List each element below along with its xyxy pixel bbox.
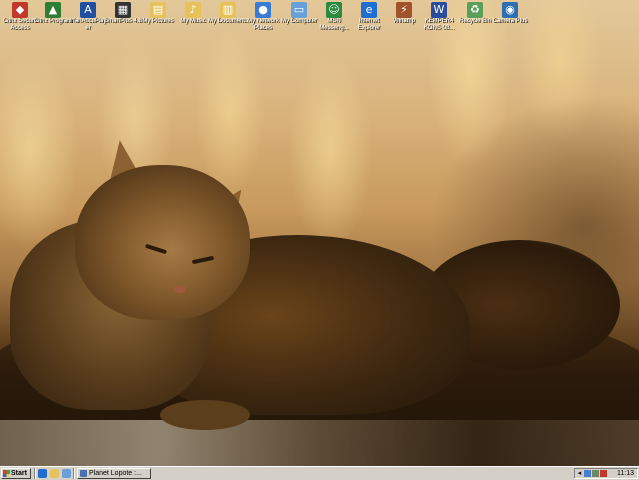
- taskbar: Start Planet Lopote :... ◂ 11:13: [0, 466, 639, 480]
- arrow-tray-icon[interactable]: ◂: [576, 470, 583, 477]
- start-label: Start: [11, 470, 27, 477]
- desktop-icon-my-documents[interactable]: ▥ My Documents: [208, 2, 248, 25]
- desktop-icon-label: Internet Explorer: [357, 18, 381, 31]
- desktop-icon-label: Winamp: [392, 18, 415, 24]
- taskbar-window-button[interactable]: Planet Lopote :...: [77, 468, 151, 479]
- desktop-icon-label: IrfanAccuPlayer: [69, 18, 107, 31]
- desktop-icon-label: My Documents: [208, 18, 248, 24]
- citrix-icon: ◆: [12, 2, 28, 18]
- calculator-icon: ▦: [115, 2, 131, 18]
- wallpaper-fur-rug: [0, 420, 639, 466]
- citrix-program-icon: ▲: [45, 2, 61, 18]
- taskbar-separator: [73, 468, 75, 479]
- system-tray: ◂ 11:13: [574, 468, 638, 479]
- desktop-icon-label: My Computer: [280, 18, 317, 24]
- network-icon: ●: [255, 2, 271, 18]
- desktop-icon-my-pictures[interactable]: ▤ My Pictures: [138, 2, 178, 25]
- browser-window-icon: [80, 470, 87, 477]
- desktop-icons: ◆ Citrix Secure Access ▲ Citrix Program …: [0, 0, 639, 40]
- document-icon: W: [431, 2, 447, 18]
- desktop-icon-kemper-document[interactable]: W KEMPER4 KONS 08...: [419, 2, 459, 32]
- start-button[interactable]: Start: [1, 468, 31, 479]
- desktop-quicklaunch-icon[interactable]: [62, 469, 71, 478]
- desktop-icon-label: My Network Places: [247, 18, 279, 31]
- wallpaper-cat-paw: [160, 400, 250, 430]
- desktop-icon-citrix-program[interactable]: ▲ Citrix Program: [33, 2, 73, 25]
- network-tray-icon[interactable]: [584, 470, 591, 477]
- folder-quicklaunch-icon[interactable]: [50, 469, 59, 478]
- desktop-icon-smartplus[interactable]: ▦ SmartPlus 4.8: [103, 2, 143, 25]
- windows-logo-icon: [3, 470, 10, 477]
- speaker-tray-icon[interactable]: [592, 470, 599, 477]
- desktop-icon-winamp[interactable]: ⚡ Winamp: [384, 2, 424, 25]
- desktop-icon-label: Recycle Bin: [459, 18, 491, 24]
- desktop-icon-my-computer[interactable]: ▭ My Computer: [279, 2, 319, 25]
- desktop-icon-label: Citrix Program: [33, 18, 73, 24]
- desktop-icon-label: Camera Plus: [492, 18, 528, 24]
- winamp-icon: ⚡: [396, 2, 412, 18]
- desktop-icon-label: KEMPER4 KONS 08...: [423, 18, 455, 31]
- desktop-icon-my-network-places[interactable]: ● My Network Places: [243, 2, 283, 32]
- clock[interactable]: 11:13: [617, 469, 634, 478]
- desktop-icon-recycle-bin[interactable]: ♻ Recycle Bin: [455, 2, 495, 25]
- wallpaper-cat-head: [75, 165, 250, 320]
- desktop-icon-irfanaccuplayer[interactable]: A IrfanAccuPlayer: [68, 2, 108, 32]
- desktop[interactable]: ◆ Citrix Secure Access ▲ Citrix Program …: [0, 0, 639, 466]
- desktop-icon-my-music[interactable]: ♪ My Music: [173, 2, 213, 25]
- wallpaper-cat-nose: [174, 285, 186, 293]
- recycle-bin-icon: ♻: [467, 2, 483, 18]
- taskbar-window-label: Planet Lopote :...: [89, 470, 142, 477]
- desktop-icon-label: My Pictures: [142, 18, 174, 24]
- desktop-icon-internet-explorer[interactable]: e Internet Explorer: [349, 2, 389, 32]
- taskbar-separator: [34, 468, 36, 479]
- security-tray-icon[interactable]: [600, 470, 607, 477]
- ie-icon: e: [361, 2, 377, 18]
- desktop-icon-label: SmartPlus 4.8: [104, 18, 142, 24]
- music-folder-icon: ♪: [185, 2, 201, 18]
- computer-icon: ▭: [291, 2, 307, 18]
- desktop-icon-label: MSN Messeng...: [319, 18, 349, 31]
- documents-folder-icon: ▥: [220, 2, 236, 18]
- desktop-icon-msn-messenger[interactable]: ☺ MSN Messeng...: [314, 2, 354, 32]
- ie-quicklaunch-icon[interactable]: [38, 469, 47, 478]
- camera-icon: ◉: [502, 2, 518, 18]
- desktop-icon-camera-plus[interactable]: ◉ Camera Plus: [490, 2, 530, 25]
- pictures-folder-icon: ▤: [150, 2, 166, 18]
- desktop-icon-label: My Music: [180, 18, 206, 24]
- messenger-icon: ☺: [326, 2, 342, 18]
- player-icon: A: [80, 2, 96, 18]
